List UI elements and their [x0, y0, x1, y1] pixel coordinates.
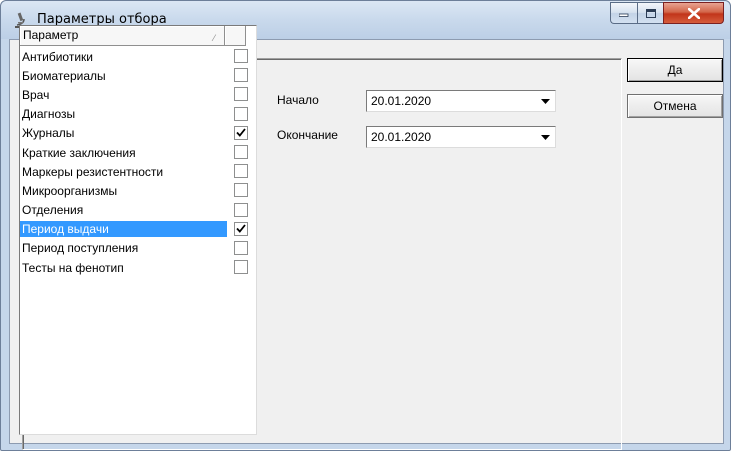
list-item-checkbox[interactable]	[234, 183, 248, 198]
list-item-label: Тесты на фенотип	[22, 260, 124, 275]
list-item-checkbox[interactable]	[234, 125, 248, 140]
column-header-check[interactable]	[225, 26, 246, 46]
start-date-value: 20.01.2020	[371, 94, 432, 108]
list-item[interactable]: Маркеры резистентности	[20, 162, 256, 181]
start-date-dropdown[interactable]: 20.01.2020	[366, 90, 556, 112]
list-item-label: Биоматериалы	[22, 68, 106, 83]
column-header-parameter[interactable]: Параметр ⁄	[20, 26, 225, 46]
list-item-checkbox[interactable]	[234, 144, 248, 159]
chevron-down-icon	[541, 135, 550, 140]
checkmark-icon	[236, 128, 246, 138]
list-item-checkbox[interactable]	[234, 106, 248, 121]
list-item[interactable]: Врач	[20, 85, 256, 104]
list-item-label: Период поступления	[22, 241, 139, 256]
list-item[interactable]: Антибиотики	[20, 47, 256, 66]
list-item-checkbox[interactable]	[234, 221, 248, 236]
end-date-dropdown[interactable]: 20.01.2020	[366, 126, 556, 148]
list-item-checkbox[interactable]	[234, 164, 248, 179]
list-item[interactable]: Диагнозы	[20, 105, 256, 124]
cancel-button[interactable]: Отмена	[627, 94, 723, 118]
list-item[interactable]: Краткие заключения	[20, 143, 256, 162]
list-item[interactable]: Микроорганизмы	[20, 181, 256, 200]
list-item-label: Микроорганизмы	[22, 183, 118, 198]
list-item-label: Журналы	[22, 126, 75, 141]
list-item-checkbox[interactable]	[234, 68, 248, 83]
minimize-icon	[619, 13, 629, 17]
list-item-label: Диагнозы	[22, 107, 76, 122]
list-item-label: Врач	[22, 87, 50, 102]
list-item-label: Маркеры резистентности	[22, 164, 164, 179]
dialog-window: Параметры отбора Параметр ⁄ Антибиотики …	[0, 0, 731, 451]
column-header-label: Параметр	[23, 28, 79, 42]
close-icon	[687, 7, 700, 19]
checkmark-icon	[236, 224, 246, 234]
close-button[interactable]	[663, 2, 724, 24]
list-item-checkbox[interactable]	[234, 202, 248, 217]
end-label: Окончание	[277, 128, 338, 142]
list-item-checkbox[interactable]	[234, 87, 248, 102]
list-header: Параметр ⁄	[20, 26, 256, 46]
maximize-button[interactable]	[637, 2, 663, 24]
list-item-label: Краткие заключения	[22, 145, 136, 160]
list-item[interactable]: Период выдачи	[20, 220, 256, 239]
list-item[interactable]: Биоматериалы	[20, 66, 256, 85]
list-item-checkbox[interactable]	[234, 49, 248, 63]
list-item[interactable]: Отделения	[20, 201, 256, 220]
list-rows: Антибиотики Биоматериалы Врач Диагнозы Журна…	[20, 47, 256, 277]
caption-buttons	[610, 2, 724, 24]
maximize-icon	[645, 8, 656, 18]
minimize-button[interactable]	[610, 2, 637, 24]
list-item-checkbox[interactable]	[234, 260, 248, 275]
start-label: Начало	[277, 93, 319, 107]
list-item[interactable]: Тесты на фенотип	[20, 258, 256, 277]
ok-button[interactable]: Да	[627, 58, 723, 82]
list-item-label: Отделения	[22, 203, 84, 218]
list-item-checkbox[interactable]	[234, 240, 248, 255]
list-item-label: Период выдачи	[20, 221, 227, 238]
list-item[interactable]: Журналы	[20, 124, 256, 143]
list-item[interactable]: Период поступления	[20, 239, 256, 258]
sort-ascending-icon: ⁄	[213, 33, 215, 43]
list-item-label: Антибиотики	[22, 49, 93, 64]
end-date-value: 20.01.2020	[371, 130, 432, 144]
chevron-down-icon	[541, 99, 550, 104]
parameter-list[interactable]: Параметр ⁄ Антибиотики Биоматериалы Врач Ди…	[19, 25, 257, 435]
